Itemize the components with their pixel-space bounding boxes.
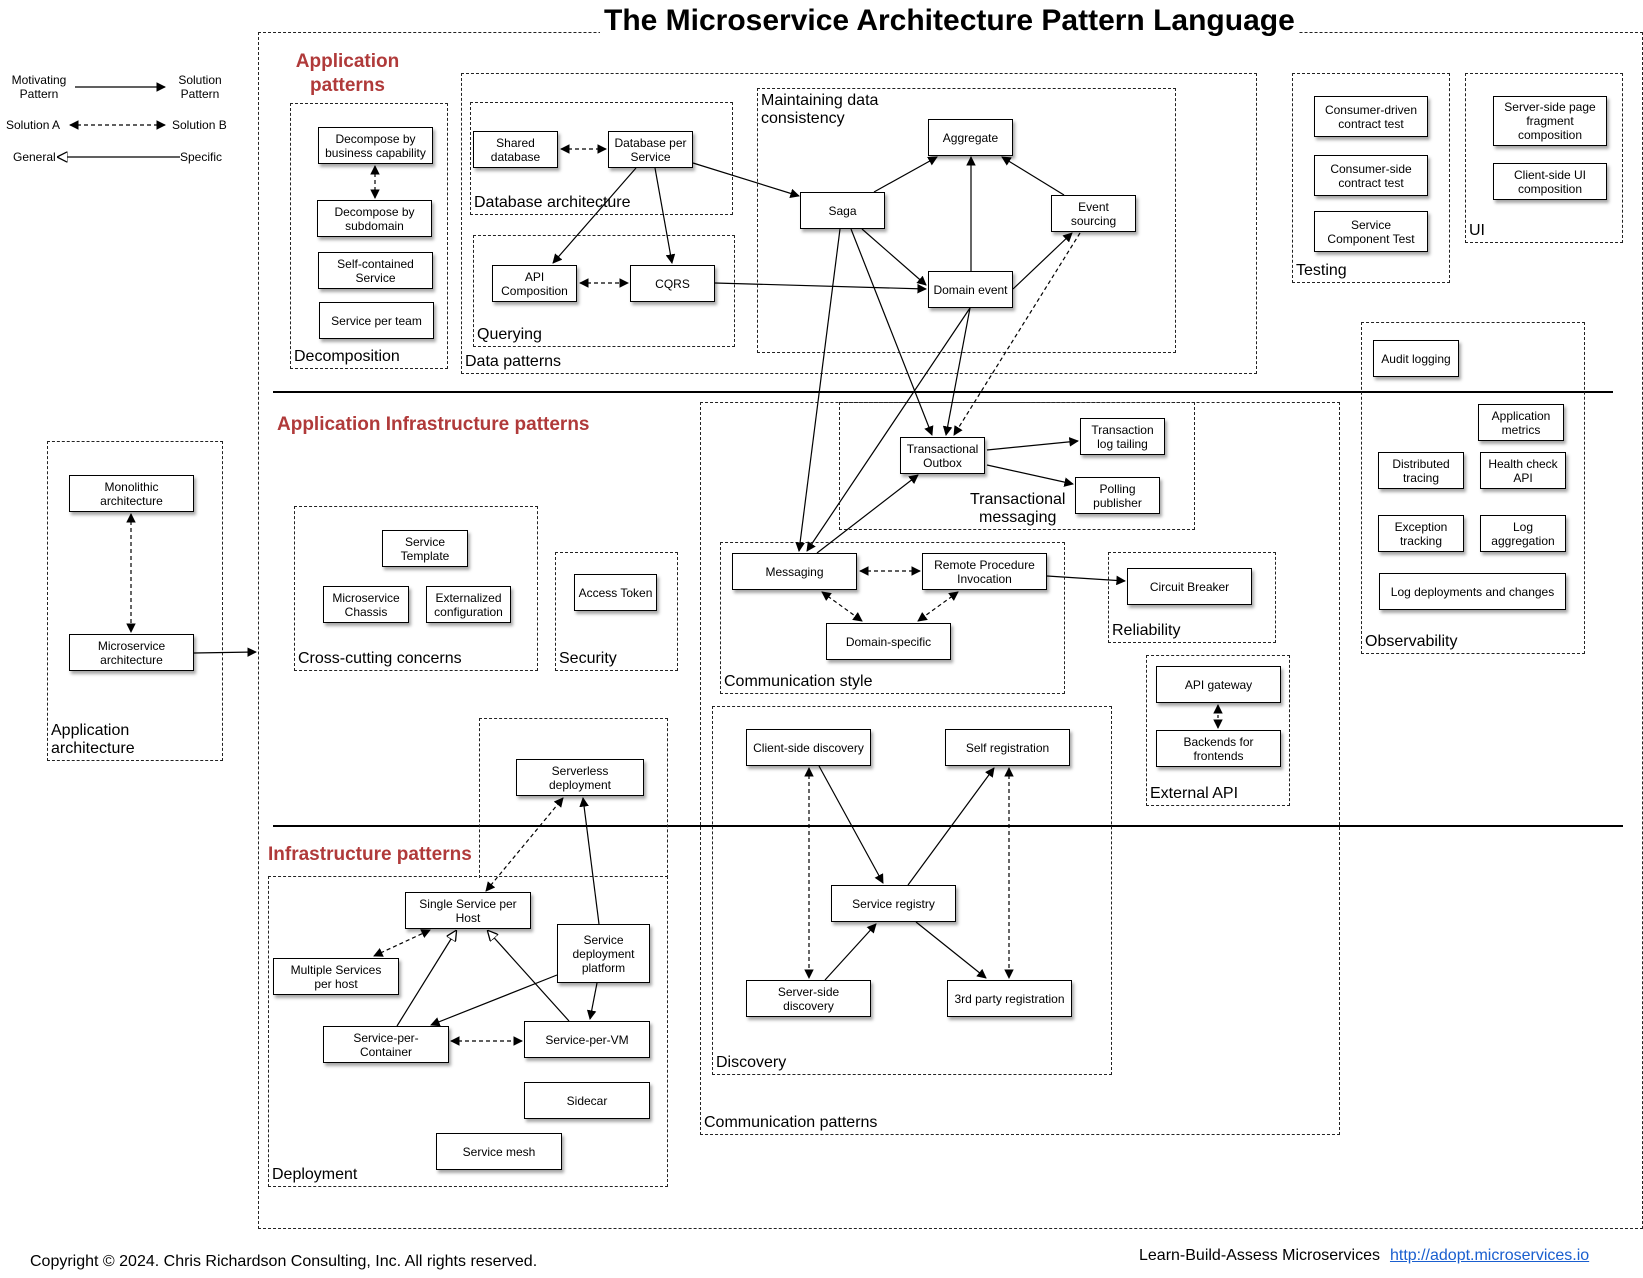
group-label: Deployment xyxy=(272,1166,358,1183)
node-microservice-architecture[interactable]: Microservice architecture xyxy=(69,634,194,671)
node-messaging[interactable]: Messaging xyxy=(732,553,857,590)
node-third-party-registration[interactable]: 3rd party registration xyxy=(947,980,1072,1017)
node-aggregate[interactable]: Aggregate xyxy=(928,119,1013,156)
group-deployment-top xyxy=(479,718,668,878)
node-audit-logging[interactable]: Audit logging xyxy=(1373,340,1459,377)
node-server-side-discovery[interactable]: Server-side discovery xyxy=(746,980,871,1017)
node-api-composition[interactable]: API Composition xyxy=(492,265,577,302)
node-service-component-test[interactable]: Service Component Test xyxy=(1314,211,1428,252)
group-label: Decomposition xyxy=(294,348,400,365)
legend-solution-b: Solution B xyxy=(172,118,227,132)
node-serverless-deployment[interactable]: Serverless deployment xyxy=(516,759,644,796)
adopt-microservices-link[interactable]: http://adopt.microservices.io xyxy=(1390,1247,1589,1264)
section-infra-patterns: Infrastructure patterns xyxy=(268,844,472,865)
group-label: Cross-cutting concerns xyxy=(298,650,462,667)
node-circuit-breaker[interactable]: Circuit Breaker xyxy=(1127,568,1252,605)
node-monolithic-architecture[interactable]: Monolithic architecture xyxy=(69,475,194,512)
node-exception-tracking[interactable]: Exception tracking xyxy=(1378,515,1464,552)
node-backends-for-frontends[interactable]: Backends for frontends xyxy=(1156,730,1281,767)
node-server-side-page-fragment[interactable]: Server-side page fragment composition xyxy=(1493,96,1607,146)
node-application-metrics[interactable]: Application metrics xyxy=(1478,404,1564,441)
group-label: Communication patterns xyxy=(704,1114,878,1131)
footer-tagline-row: Learn-Build-Assess Microservices http://a… xyxy=(1139,1247,1589,1265)
node-service-template[interactable]: Service Template xyxy=(382,530,468,567)
node-sidecar[interactable]: Sidecar xyxy=(524,1082,650,1119)
node-service-mesh[interactable]: Service mesh xyxy=(436,1133,562,1170)
group-label: Database architecture xyxy=(474,194,631,211)
section-application-patterns: Application patterns xyxy=(295,51,400,96)
node-saga[interactable]: Saga xyxy=(800,192,885,229)
group-label: Observability xyxy=(1365,633,1458,650)
node-self-contained-service[interactable]: Self-contained Service xyxy=(318,252,433,289)
page-title: The Microservice Architecture Pattern La… xyxy=(600,4,1299,38)
group-label: Application architecture xyxy=(51,722,135,757)
node-self-registration[interactable]: Self registration xyxy=(945,729,1070,766)
group-label: Data patterns xyxy=(465,353,562,370)
legend-motivating: Motivating Pattern xyxy=(11,73,67,101)
legend-general: General xyxy=(13,150,56,164)
node-shared-database[interactable]: Shared database xyxy=(473,131,558,168)
legend-specific: Specific xyxy=(180,150,223,164)
legend-solution-a: Solution A xyxy=(6,118,61,132)
node-service-per-team[interactable]: Service per team xyxy=(319,302,434,339)
node-event-sourcing[interactable]: Event sourcing xyxy=(1051,195,1136,232)
node-service-registry[interactable]: Service registry xyxy=(831,885,956,922)
group-label: External API xyxy=(1150,785,1239,802)
group-label: Reliability xyxy=(1112,622,1181,639)
node-log-aggregation[interactable]: Log aggregation xyxy=(1480,515,1566,552)
node-transaction-log-tailing[interactable]: Transaction log tailing xyxy=(1080,418,1165,455)
node-service-deployment-platform[interactable]: Service deployment platform xyxy=(557,924,650,983)
node-health-check-api[interactable]: Health check API xyxy=(1480,452,1566,489)
node-distributed-tracing[interactable]: Distributed tracing xyxy=(1378,452,1464,489)
group-label: UI xyxy=(1469,222,1485,239)
node-domain-specific[interactable]: Domain-specific xyxy=(826,623,951,660)
node-multiple-services-per-host[interactable]: Multiple Services per host xyxy=(273,958,399,995)
group-label: Transactional messaging xyxy=(970,491,1066,526)
node-transactional-outbox[interactable]: Transactional Outbox xyxy=(900,437,985,474)
node-access-token[interactable]: Access Token xyxy=(574,574,657,611)
group-label: Maintaining data consistency xyxy=(761,92,879,127)
node-cqrs[interactable]: CQRS xyxy=(630,265,715,302)
node-microservice-chassis[interactable]: Microservice Chassis xyxy=(323,586,409,623)
node-consumer-driven-contract-test[interactable]: Consumer-driven contract test xyxy=(1314,96,1428,137)
group-label: Testing xyxy=(1296,262,1347,279)
node-database-per-service[interactable]: Database per Service xyxy=(608,131,693,168)
copyright-notice: Copyright © 2024. Chris Richardson Consu… xyxy=(30,1253,538,1270)
node-client-side-ui-composition[interactable]: Client-side UI composition xyxy=(1493,163,1607,200)
node-service-per-container[interactable]: Service-per- Container xyxy=(323,1026,449,1063)
footer-tagline: Learn-Build-Assess Microservices xyxy=(1139,1247,1380,1264)
node-decompose-by-business-capability[interactable]: Decompose by business capability xyxy=(318,127,433,164)
node-externalized-configuration[interactable]: Externalized configuration xyxy=(426,586,511,623)
node-domain-event[interactable]: Domain event xyxy=(928,271,1013,308)
node-decompose-by-subdomain[interactable]: Decompose by subdomain xyxy=(317,200,432,237)
legend-solution: Solution Pattern xyxy=(178,73,222,101)
node-client-side-discovery[interactable]: Client-side discovery xyxy=(746,729,871,766)
node-api-gateway[interactable]: API gateway xyxy=(1156,666,1281,703)
node-polling-publisher[interactable]: Polling publisher xyxy=(1075,477,1160,514)
node-log-deployments-and-changes[interactable]: Log deployments and changes xyxy=(1379,573,1566,610)
node-service-per-vm[interactable]: Service-per-VM xyxy=(524,1021,650,1058)
group-security: Security xyxy=(555,552,678,671)
group-label: Communication style xyxy=(724,673,873,690)
group-label: Querying xyxy=(477,326,542,343)
node-consumer-side-contract-test[interactable]: Consumer-side contract test xyxy=(1314,155,1428,196)
group-label: Discovery xyxy=(716,1054,787,1071)
node-single-service-per-host[interactable]: Single Service per Host xyxy=(405,892,531,929)
group-label: Security xyxy=(559,650,617,667)
node-remote-procedure-invocation[interactable]: Remote Procedure Invocation xyxy=(922,553,1047,590)
section-app-infra-patterns: Application Infrastructure patterns xyxy=(277,414,590,435)
